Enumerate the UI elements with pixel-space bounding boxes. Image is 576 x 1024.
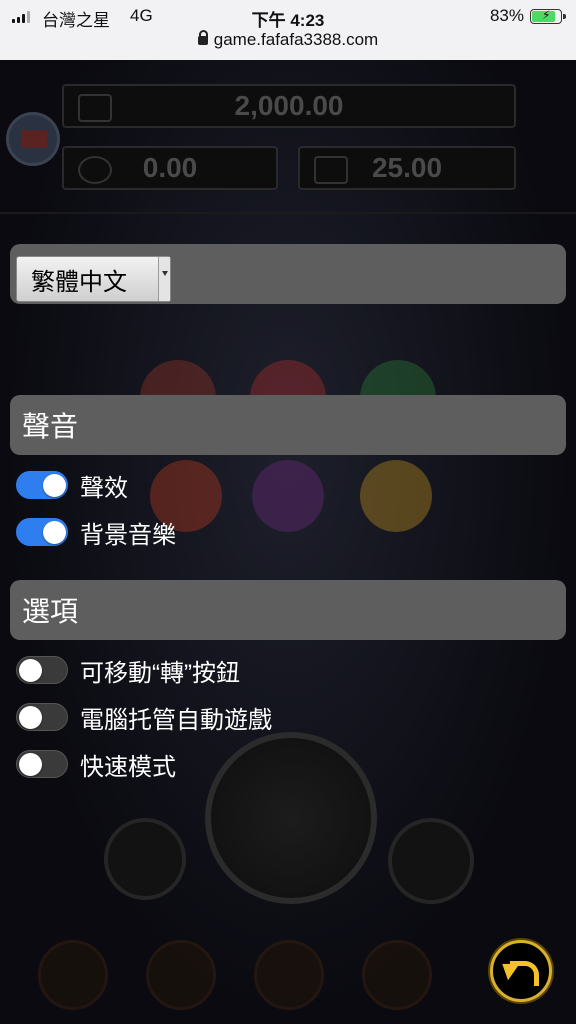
toggle-knob (19, 753, 42, 776)
toggle-knob (43, 474, 66, 497)
fast-mode-toggle[interactable] (16, 750, 68, 778)
language-select[interactable]: 繁體中文 (16, 256, 171, 302)
section-options: 選項 (10, 580, 566, 640)
wallet-icon (78, 94, 112, 122)
chips-button-bg (104, 818, 186, 900)
dropdown-arrow-icon (158, 257, 170, 301)
toggle-label: 聲效 (80, 474, 128, 502)
auto-play-toggle[interactable] (16, 703, 68, 731)
help-button-bg (362, 940, 432, 1010)
paytable-button-bg (38, 940, 108, 1010)
url-bar[interactable]: game.fafafa3388.com (0, 30, 576, 50)
toggle-row-movable-spin[interactable]: 可移動“轉”按鈕 (16, 654, 240, 687)
back-arrow-button[interactable] (490, 940, 552, 1002)
autoplay-button-bg (388, 818, 474, 904)
fruit-symbol (252, 460, 324, 532)
background-music-toggle[interactable] (16, 518, 68, 546)
medal-icon (78, 156, 112, 184)
toggle-label: 電腦托管自動遊戲 (80, 706, 272, 734)
status-bar: 台灣之星 4G 下午 4:23 83% ⚡ game.fafafa3388.co… (0, 0, 576, 60)
lock-icon (197, 30, 208, 45)
win-box: 0.00 (62, 146, 278, 190)
coins-icon (314, 156, 348, 184)
sound-effects-toggle[interactable] (16, 471, 68, 499)
section-sound: 聲音 (10, 395, 566, 455)
toggle-label: 可移動“轉”按鈕 (80, 659, 240, 687)
balance-value: 2,000.00 (234, 90, 344, 121)
mail-icon (6, 112, 60, 166)
url-text: game.fafafa3388.com (213, 30, 379, 49)
toggle-row-fast-mode[interactable]: 快速模式 (16, 748, 176, 781)
toggle-row-background-music[interactable]: 背景音樂 (16, 516, 176, 549)
toggle-knob (19, 706, 42, 729)
balance-box: 2,000.00 (62, 84, 516, 128)
toggle-row-sound-effects[interactable]: 聲效 (16, 469, 128, 502)
movable-spin-toggle[interactable] (16, 656, 68, 684)
sound-button-bg (254, 940, 324, 1010)
battery-percent: 83% (489, 6, 524, 25)
bet-box: 25.00 (298, 146, 516, 190)
fruit-symbol (360, 460, 432, 532)
section-title: 選項 (22, 596, 79, 627)
toggle-knob (19, 659, 42, 682)
battery-icon: ⚡ (530, 8, 566, 24)
toggle-label: 快速模式 (80, 753, 176, 781)
spin-button-bg (205, 732, 377, 904)
toggle-label: 背景音樂 (80, 521, 176, 549)
win-value: 0.00 (142, 152, 198, 183)
toggle-knob (43, 521, 66, 544)
divider (0, 212, 576, 214)
language-selected-value: 繁體中文 (31, 268, 127, 296)
bet-value: 25.00 (371, 152, 443, 183)
settings-button-bg (146, 940, 216, 1010)
section-title: 聲音 (22, 411, 79, 442)
toggle-row-auto-play[interactable]: 電腦托管自動遊戲 (16, 701, 272, 734)
